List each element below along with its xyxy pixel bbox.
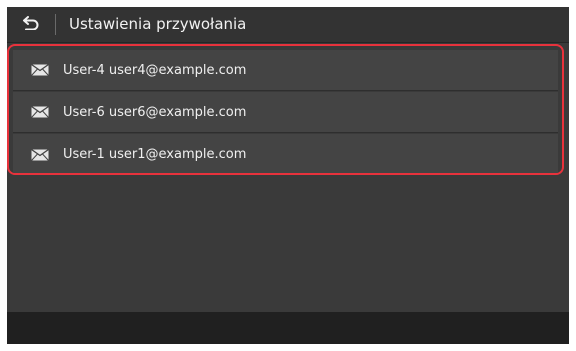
header-bar: Ustawienia przywołania bbox=[7, 7, 569, 43]
list-item-label: User-4 user4@example.com bbox=[63, 62, 247, 78]
device-screen: Ustawienia przywołania User-4 user4@exam… bbox=[7, 7, 569, 344]
bottom-bar bbox=[7, 312, 569, 344]
envelope-icon bbox=[31, 148, 51, 162]
list-item-label: User-6 user6@example.com bbox=[63, 104, 247, 120]
list-item[interactable]: User-4 user4@example.com bbox=[13, 50, 558, 91]
list-item[interactable]: User-1 user1@example.com bbox=[13, 134, 558, 173]
list-item[interactable]: User-6 user6@example.com bbox=[13, 92, 558, 133]
envelope-icon bbox=[31, 105, 51, 119]
page-title: Ustawienia przywołania bbox=[69, 15, 247, 33]
back-arrow-icon bbox=[22, 15, 40, 34]
recall-list-highlight: User-4 user4@example.com User-6 user6@ex… bbox=[7, 44, 564, 175]
envelope-icon bbox=[31, 63, 51, 77]
list-item-label: User-1 user1@example.com bbox=[63, 147, 247, 162]
header-divider bbox=[55, 14, 56, 35]
back-button[interactable] bbox=[7, 7, 55, 42]
